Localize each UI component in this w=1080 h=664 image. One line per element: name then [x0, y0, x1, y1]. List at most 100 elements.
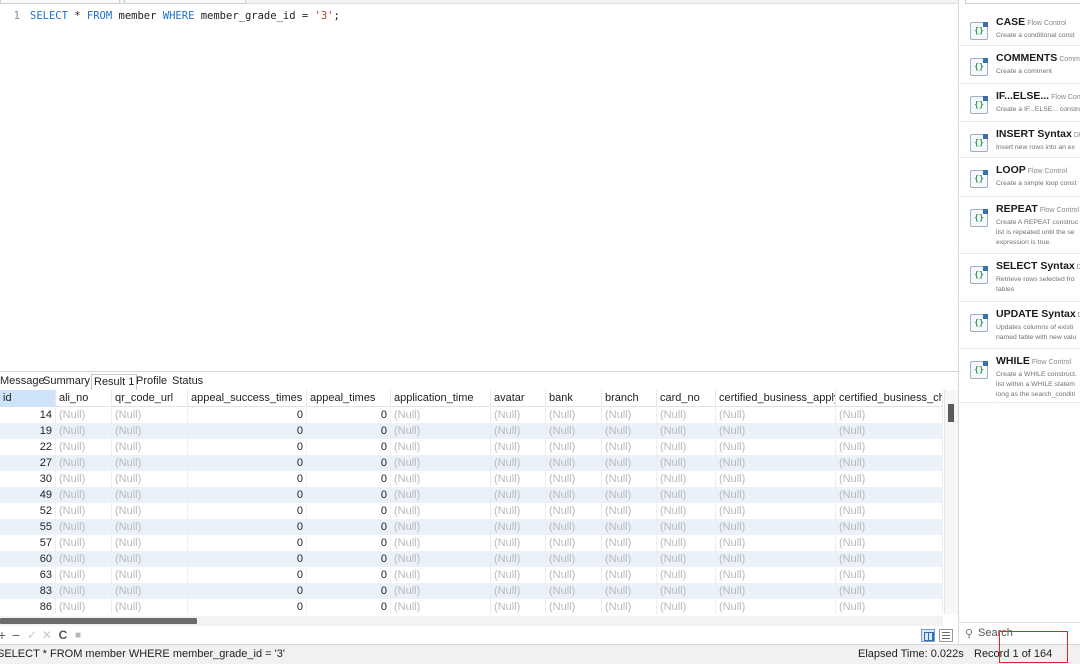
grid-cell-card-no[interactable]: (Null)	[657, 535, 716, 551]
grid-cell-qr-code-url[interactable]: (Null)	[112, 583, 188, 599]
grid-cell-certified-business-chec[interactable]: (Null)	[836, 407, 943, 423]
refresh-button[interactable]: C	[57, 627, 69, 644]
grid-cell-branch[interactable]: (Null)	[602, 535, 657, 551]
grid-cell-ali-no[interactable]: (Null)	[56, 567, 112, 583]
column-header-certified-business-apply-t[interactable]: certified_business_apply_t	[716, 390, 836, 407]
grid-cell-certified-business-chec[interactable]: (Null)	[836, 551, 943, 567]
table-row[interactable]: 30 (Null) (Null) 0 0 (Null) (Null) (Null) (Null)…	[0, 471, 943, 487]
grid-cell-appeal-times[interactable]: 0	[307, 599, 391, 614]
grid-cell-ali-no[interactable]: (Null)	[56, 503, 112, 519]
grid-cell-appeal-times[interactable]: 0	[307, 439, 391, 455]
grid-view-icon[interactable]	[921, 629, 935, 642]
grid-cell-application-time[interactable]: (Null)	[391, 583, 491, 599]
table-row[interactable]: 83 (Null) (Null) 0 0 (Null) (Null) (Null) (Null)…	[0, 583, 943, 599]
grid-cell-branch[interactable]: (Null)	[602, 599, 657, 614]
grid-cell-appeal-success-times[interactable]: 0	[188, 567, 307, 583]
grid-cell-appeal-times[interactable]: 0	[307, 423, 391, 439]
grid-cell-application-time[interactable]: (Null)	[391, 455, 491, 471]
grid-cell-certified-business-apply-t[interactable]: (Null)	[716, 455, 836, 471]
table-row[interactable]: 63 (Null) (Null) 0 0 (Null) (Null) (Null) (Null)…	[0, 567, 943, 583]
grid-cell-id[interactable]: 27	[0, 455, 56, 471]
grid-cell-certified-business-apply-t[interactable]: (Null)	[716, 599, 836, 614]
table-row[interactable]: 52 (Null) (Null) 0 0 (Null) (Null) (Null) (Null)…	[0, 503, 943, 519]
table-row[interactable]: 27 (Null) (Null) 0 0 (Null) (Null) (Null) (Null)…	[0, 455, 943, 471]
add-record-button[interactable]: +	[0, 627, 7, 644]
snippet-item[interactable]: {} INSERT SyntaxDM Insert new rows into an…	[959, 124, 1080, 158]
grid-cell-branch[interactable]: (Null)	[602, 567, 657, 583]
grid-cell-application-time[interactable]: (Null)	[391, 503, 491, 519]
scroll-thumb[interactable]	[948, 404, 954, 422]
tab-message[interactable]: Message	[0, 374, 47, 390]
grid-cell-certified-business-chec[interactable]: (Null)	[836, 599, 943, 614]
grid-cell-avatar[interactable]: (Null)	[491, 599, 546, 614]
grid-cell-ali-no[interactable]: (Null)	[56, 487, 112, 503]
grid-cell-appeal-times[interactable]: 0	[307, 407, 391, 423]
grid-cell-avatar[interactable]: (Null)	[491, 503, 546, 519]
tab-result-1[interactable]: Result 1	[91, 374, 138, 390]
grid-cell-certified-business-apply-t[interactable]: (Null)	[716, 567, 836, 583]
grid-cell-bank[interactable]: (Null)	[546, 423, 602, 439]
grid-cell-certified-business-chec[interactable]: (Null)	[836, 423, 943, 439]
grid-cell-application-time[interactable]: (Null)	[391, 423, 491, 439]
grid-cell-avatar[interactable]: (Null)	[491, 567, 546, 583]
grid-cell-branch[interactable]: (Null)	[602, 519, 657, 535]
grid-cell-certified-business-chec[interactable]: (Null)	[836, 439, 943, 455]
grid-cell-ali-no[interactable]: (Null)	[56, 599, 112, 614]
grid-cell-card-no[interactable]: (Null)	[657, 455, 716, 471]
result-grid[interactable]: id ali_no qr_code_url appeal_success_times a…	[0, 390, 943, 614]
grid-cell-appeal-times[interactable]: 0	[307, 503, 391, 519]
grid-cell-id[interactable]: 57	[0, 535, 56, 551]
table-row[interactable]: 86 (Null) (Null) 0 0 (Null) (Null) (Null) (Null)…	[0, 599, 943, 614]
grid-cell-ali-no[interactable]: (Null)	[56, 439, 112, 455]
grid-cell-avatar[interactable]: (Null)	[491, 551, 546, 567]
grid-cell-card-no[interactable]: (Null)	[657, 407, 716, 423]
grid-cell-qr-code-url[interactable]: (Null)	[112, 535, 188, 551]
search-input[interactable]: Search	[978, 627, 1013, 639]
grid-cell-ali-no[interactable]: (Null)	[56, 407, 112, 423]
snippet-item[interactable]: {} UPDATE SyntaxDI Updates columns of exis…	[959, 304, 1080, 349]
grid-cell-avatar[interactable]: (Null)	[491, 423, 546, 439]
column-header-appeal-times[interactable]: appeal_times	[307, 390, 391, 407]
grid-cell-id[interactable]: 22	[0, 439, 56, 455]
grid-cell-appeal-times[interactable]: 0	[307, 567, 391, 583]
grid-cell-branch[interactable]: (Null)	[602, 407, 657, 423]
grid-cell-certified-business-chec[interactable]: (Null)	[836, 519, 943, 535]
grid-cell-bank[interactable]: (Null)	[546, 535, 602, 551]
scroll-thumb[interactable]	[0, 618, 197, 624]
grid-cell-card-no[interactable]: (Null)	[657, 487, 716, 503]
grid-cell-certified-business-apply-t[interactable]: (Null)	[716, 439, 836, 455]
vertical-scrollbar[interactable]	[944, 390, 958, 614]
grid-cell-bank[interactable]: (Null)	[546, 567, 602, 583]
grid-cell-branch[interactable]: (Null)	[602, 503, 657, 519]
grid-cell-application-time[interactable]: (Null)	[391, 535, 491, 551]
grid-cell-bank[interactable]: (Null)	[546, 471, 602, 487]
grid-cell-avatar[interactable]: (Null)	[491, 439, 546, 455]
grid-cell-branch[interactable]: (Null)	[602, 423, 657, 439]
grid-cell-ali-no[interactable]: (Null)	[56, 583, 112, 599]
table-row[interactable]: 55 (Null) (Null) 0 0 (Null) (Null) (Null) (Null)…	[0, 519, 943, 535]
table-row[interactable]: 49 (Null) (Null) 0 0 (Null) (Null) (Null) (Null)…	[0, 487, 943, 503]
grid-cell-appeal-times[interactable]: 0	[307, 535, 391, 551]
grid-cell-appeal-success-times[interactable]: 0	[188, 599, 307, 614]
grid-cell-appeal-success-times[interactable]: 0	[188, 487, 307, 503]
grid-cell-bank[interactable]: (Null)	[546, 583, 602, 599]
snippet-item[interactable]: {} IF...ELSE...Flow Contro Create a IF...E…	[959, 86, 1080, 122]
snippet-item[interactable]: {} WHILE Flow Control Create a WHILE constr…	[959, 351, 1080, 403]
grid-cell-avatar[interactable]: (Null)	[491, 455, 546, 471]
grid-cell-appeal-success-times[interactable]: 0	[188, 519, 307, 535]
grid-cell-ali-no[interactable]: (Null)	[56, 551, 112, 567]
grid-cell-card-no[interactable]: (Null)	[657, 519, 716, 535]
grid-cell-qr-code-url[interactable]: (Null)	[112, 407, 188, 423]
grid-cell-id[interactable]: 52	[0, 503, 56, 519]
grid-cell-appeal-success-times[interactable]: 0	[188, 535, 307, 551]
grid-cell-card-no[interactable]: (Null)	[657, 583, 716, 599]
grid-cell-branch[interactable]: (Null)	[602, 471, 657, 487]
grid-cell-ali-no[interactable]: (Null)	[56, 519, 112, 535]
grid-cell-bank[interactable]: (Null)	[546, 455, 602, 471]
grid-cell-application-time[interactable]: (Null)	[391, 487, 491, 503]
grid-cell-card-no[interactable]: (Null)	[657, 567, 716, 583]
grid-cell-branch[interactable]: (Null)	[602, 551, 657, 567]
grid-cell-application-time[interactable]: (Null)	[391, 439, 491, 455]
discard-changes-button[interactable]: ✕	[41, 627, 53, 644]
column-header-branch[interactable]: branch	[602, 390, 657, 407]
